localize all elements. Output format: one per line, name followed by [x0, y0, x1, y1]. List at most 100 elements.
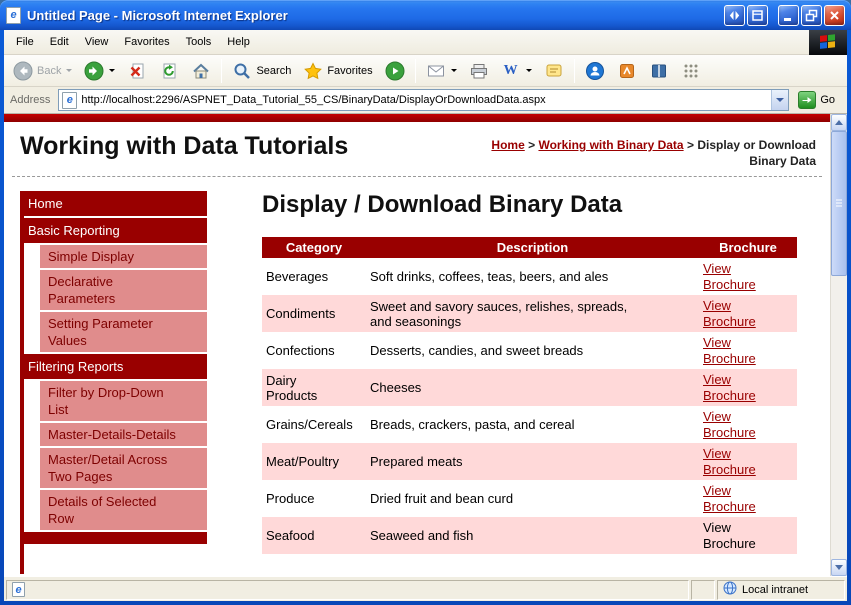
sidebar-item-filter-by-drop-down-list[interactable]: Filter by Drop-Down List: [40, 381, 207, 421]
sidebar-item-home[interactable]: Home: [20, 191, 207, 216]
status-progress-panel: [691, 579, 715, 600]
go-button[interactable]: Go: [795, 90, 843, 110]
edit-button[interactable]: W: [496, 59, 537, 83]
menu-edit[interactable]: Edit: [42, 31, 77, 53]
research-button[interactable]: [612, 59, 642, 83]
brochure-cell: View Brochure: [699, 443, 797, 480]
breadcrumb: Home > Working with Binary Data > Displa…: [466, 132, 816, 169]
address-url: http://localhost:2296/ASPNET_Data_Tutori…: [81, 94, 546, 106]
scroll-down-button[interactable]: [831, 559, 847, 576]
refresh-button[interactable]: [154, 59, 184, 83]
standard-toolbar: Back Search Favorites W: [4, 55, 847, 87]
edit-word-icon: W: [501, 61, 521, 81]
window-extra-button-2-icon[interactable]: [747, 4, 768, 26]
table-header-row: Category Description Brochure: [262, 237, 797, 258]
vertical-scrollbar[interactable]: [830, 114, 847, 576]
mail-button[interactable]: [421, 59, 462, 83]
scroll-down-arrow-icon: [835, 565, 843, 570]
browser-viewport: Working with Data Tutorials Home > Worki…: [4, 114, 847, 576]
description-cell: Seaweed and fish: [370, 528, 474, 543]
breadcrumb-separator: >: [686, 138, 694, 152]
page-title: Display / Download Binary Data: [262, 191, 623, 218]
site-title: Working with Data Tutorials: [20, 132, 349, 160]
menu-view[interactable]: View: [77, 31, 117, 53]
word-glyph: W: [503, 62, 518, 78]
menu-tools[interactable]: Tools: [178, 31, 220, 53]
title-bar[interactable]: e Untitled Page - Microsoft Internet Exp…: [0, 0, 851, 30]
description-cell: Soft drinks, coffees, teas, beers, and a…: [370, 269, 609, 284]
menu-help[interactable]: Help: [219, 31, 258, 53]
home-icon: [191, 61, 211, 81]
messenger-button[interactable]: [580, 59, 610, 83]
window-title: Untitled Page - Microsoft Internet Explo…: [27, 7, 288, 23]
stop-icon: [127, 61, 147, 81]
sidebar-item-partial[interactable]: [20, 532, 207, 544]
category-cell: Meat/Poultry: [266, 454, 339, 469]
home-button[interactable]: [186, 59, 216, 83]
menu-favorites[interactable]: Favorites: [116, 31, 177, 53]
back-dropdown-icon[interactable]: [66, 69, 73, 72]
menu-file[interactable]: File: [8, 31, 42, 53]
sidebar-item-basic-reporting[interactable]: Basic Reporting: [20, 218, 207, 243]
view-brochure-link[interactable]: View Brochure: [703, 261, 765, 293]
menu-bar: File Edit View Favorites Tools Help: [4, 29, 847, 55]
sidebar-item-master-detail-across-two-pages[interactable]: Master/Detail Across Two Pages: [40, 448, 207, 488]
window-extra-button-1-icon[interactable]: [724, 4, 745, 26]
brochure-cell: View Brochure: [699, 332, 797, 369]
table-row: Dairy Products Cheeses View Brochure: [262, 369, 797, 406]
media-button[interactable]: [380, 59, 410, 83]
discuss-button[interactable]: [539, 59, 569, 83]
print-button[interactable]: [464, 59, 494, 83]
scrollbar-track[interactable]: [831, 131, 847, 559]
sidebar-item-details-of-selected-row[interactable]: Details of Selected Row: [40, 490, 207, 530]
breadcrumb-link-home[interactable]: Home: [491, 138, 524, 152]
globe-icon: [723, 581, 737, 598]
view-brochure-link[interactable]: View Brochure: [703, 483, 765, 515]
view-brochure-link[interactable]: View Brochure: [703, 446, 765, 478]
forward-dropdown-icon[interactable]: [109, 69, 116, 72]
window-ie-icon: e: [6, 6, 21, 24]
view-brochure-link[interactable]: View Brochure: [703, 372, 765, 404]
breadcrumb-separator: >: [528, 138, 536, 152]
forward-button[interactable]: [79, 59, 120, 83]
restore-button[interactable]: [801, 4, 822, 26]
sidebar-item-simple-display[interactable]: Simple Display: [40, 245, 207, 268]
breadcrumb-link-section[interactable]: Working with Binary Data: [538, 138, 683, 152]
stop-button[interactable]: [122, 59, 152, 83]
research-icon: [617, 61, 637, 81]
sidebar-item-setting-parameter-values[interactable]: Setting Parameter Values: [40, 312, 207, 352]
search-label: Search: [256, 64, 292, 77]
close-button[interactable]: [824, 4, 845, 26]
table-row: Beverages Soft drinks, coffees, teas, be…: [262, 258, 797, 295]
scroll-up-arrow-icon: [835, 120, 843, 125]
favorites-button[interactable]: Favorites: [298, 59, 377, 83]
scroll-up-button[interactable]: [831, 114, 847, 131]
brochure-cell: View Brochure: [699, 258, 797, 295]
grid-button[interactable]: [676, 59, 706, 83]
sidebar-item-filtering-reports[interactable]: Filtering Reports: [20, 354, 207, 379]
address-dropdown-button[interactable]: [771, 90, 789, 110]
view-brochure-link[interactable]: View Brochure: [703, 409, 765, 441]
tools-extra-button[interactable]: [644, 59, 674, 83]
category-cell: Grains/Cereals: [266, 417, 353, 432]
view-brochure-link[interactable]: View Brochure: [703, 335, 765, 367]
book-icon: [649, 61, 669, 81]
address-input[interactable]: e http://localhost:2296/ASPNET_Data_Tuto…: [58, 89, 790, 111]
breadcrumb-current: Display or Download Binary Data: [697, 138, 816, 168]
categories-table: Category Description Brochure Beverages …: [262, 237, 797, 554]
sidebar-item-master-details-details[interactable]: Master-Details-Details: [40, 423, 207, 446]
view-brochure-link[interactable]: View Brochure: [703, 298, 765, 330]
zone-label: Local intranet: [742, 583, 809, 596]
security-zone-panel: Local intranet: [717, 579, 845, 600]
back-button[interactable]: Back: [8, 59, 77, 83]
throbber-panel: [809, 29, 847, 55]
edit-dropdown-icon[interactable]: [525, 69, 532, 72]
description-cell: Breads, crackers, pasta, and cereal: [370, 417, 575, 432]
mail-dropdown-icon[interactable]: [450, 69, 457, 72]
web-page: Working with Data Tutorials Home > Worki…: [4, 114, 830, 576]
search-button[interactable]: Search: [227, 59, 296, 83]
minimize-button[interactable]: [778, 4, 799, 26]
scrollbar-thumb[interactable]: [831, 131, 847, 276]
sidebar-item-declarative-parameters[interactable]: Declarative Parameters: [40, 270, 207, 310]
brochure-cell: View Brochure: [699, 480, 797, 517]
